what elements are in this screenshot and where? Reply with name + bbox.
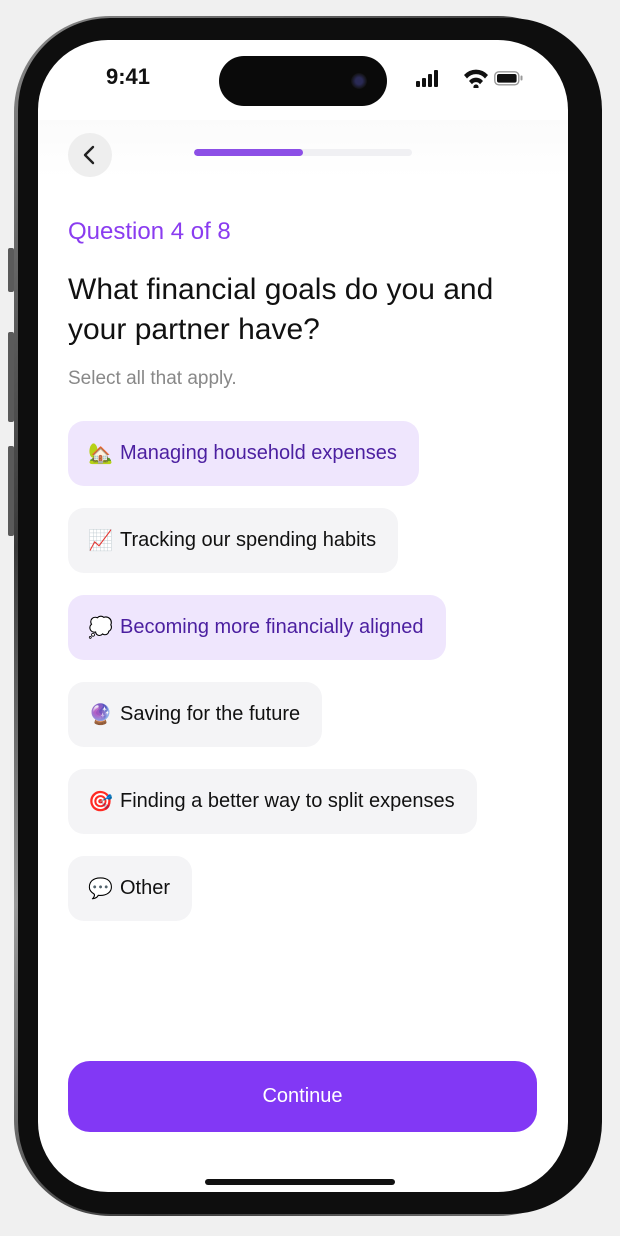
wifi-icon — [464, 69, 488, 88]
home-indicator — [205, 1179, 395, 1185]
option-label: Tracking our spending habits — [120, 529, 377, 551]
chart-increasing-icon: 📈 — [88, 529, 113, 552]
cellular-signal-icon — [416, 70, 438, 87]
option-split-expenses[interactable]: 🎯 Finding a better way to split expenses — [68, 769, 477, 834]
option-saving-for-future[interactable]: 🔮 Saving for the future — [68, 682, 323, 747]
thought-bubble-icon: 💭 — [88, 616, 113, 639]
back-button[interactable] — [68, 133, 112, 177]
option-label: Other — [120, 877, 171, 899]
question-subtitle: Select all that apply. — [68, 368, 237, 389]
speech-bubble-icon: 💬 — [88, 877, 113, 900]
crystal-ball-icon: 🔮 — [88, 703, 113, 726]
front-camera — [351, 73, 367, 89]
volume-up-button — [8, 332, 14, 422]
app-screen: 9:41 Question 4 of 8 What financial goal — [38, 40, 568, 1192]
status-icons — [416, 69, 523, 88]
target-icon: 🎯 — [88, 790, 113, 813]
battery-icon — [494, 71, 523, 86]
option-label: Saving for the future — [120, 703, 301, 725]
question-number: Question 4 of 8 — [68, 218, 231, 245]
option-label: Finding a better way to split expenses — [120, 790, 455, 812]
volume-down-button — [8, 446, 14, 536]
progress-fill — [194, 149, 303, 156]
house-garden-icon: 🏡 — [88, 442, 113, 465]
continue-button[interactable]: Continue — [68, 1061, 537, 1132]
option-becoming-financially-aligned[interactable]: 💭 Becoming more financially aligned — [68, 595, 446, 660]
status-time: 9:41 — [106, 64, 151, 89]
option-label: Managing household expenses — [120, 442, 397, 464]
progress-bar — [194, 149, 412, 156]
chevron-left-icon — [83, 145, 95, 165]
option-other[interactable]: 💬 Other — [68, 856, 193, 921]
option-tracking-spending-habits[interactable]: 📈 Tracking our spending habits — [68, 508, 399, 573]
option-label: Becoming more financially aligned — [120, 616, 424, 638]
option-managing-household-expenses[interactable]: 🏡 Managing household expenses — [68, 421, 419, 486]
mute-switch — [8, 248, 14, 292]
question-title: What financial goals do you and your par… — [68, 273, 494, 346]
dynamic-island — [219, 56, 387, 106]
